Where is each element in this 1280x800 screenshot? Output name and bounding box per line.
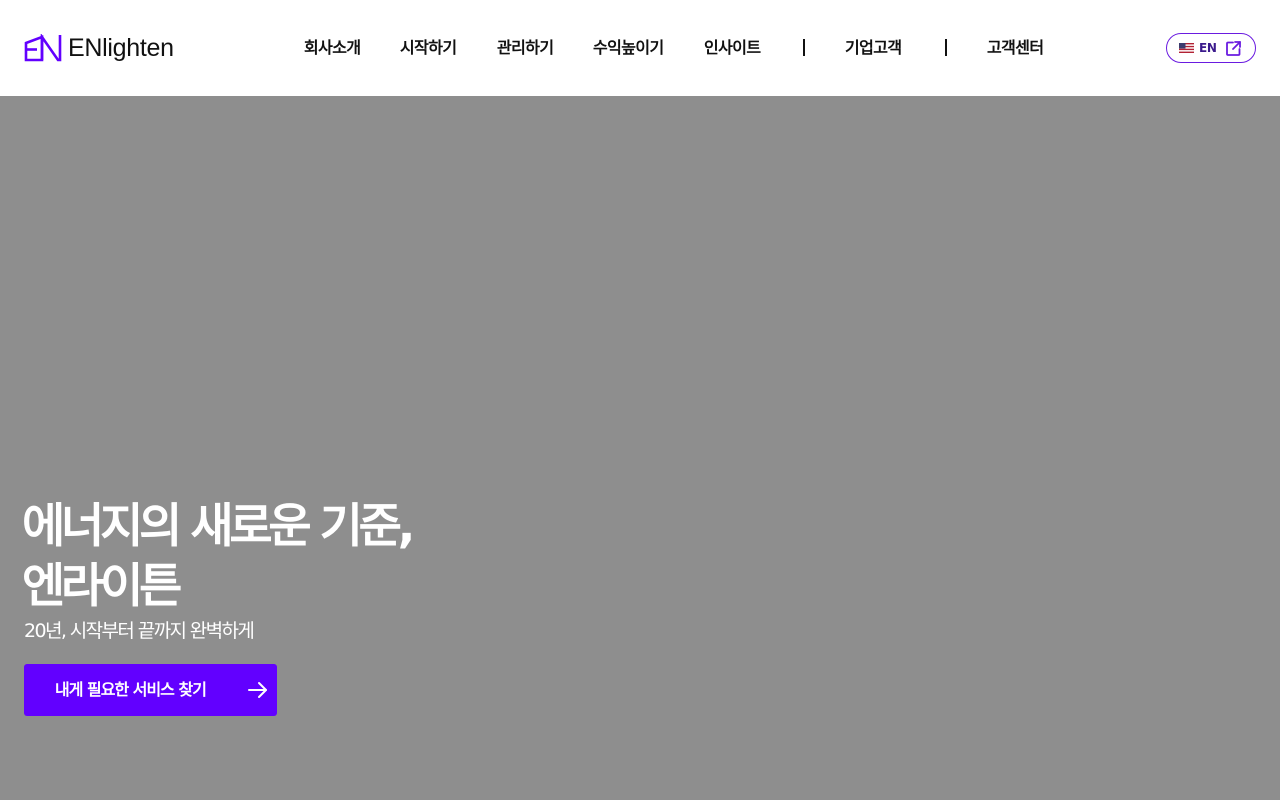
nav-item-company[interactable]: 회사소개	[304, 37, 361, 59]
hero-subtitle: 20년, 시작부터 끝까지 완벽하게	[24, 620, 255, 642]
nav-item-enterprise[interactable]: 기업고객	[845, 37, 902, 59]
nav-item-getting-started[interactable]: 시작하기	[400, 37, 457, 59]
site-header: ENlighten 회사소개 시작하기 관리하기 수익높이기 인사이트 기업고객…	[0, 0, 1280, 96]
nav-item-manage[interactable]: 관리하기	[497, 37, 554, 59]
language-switch-button[interactable]: EN	[1166, 33, 1256, 63]
external-link-icon	[1226, 41, 1241, 56]
language-label: EN	[1199, 41, 1217, 55]
nav-item-revenue[interactable]: 수익높이기	[593, 37, 664, 59]
main-nav: 회사소개 시작하기 관리하기 수익높이기 인사이트 기업고객 고객센터	[0, 0, 1280, 96]
hero-title-line-1: 에너지의 새로운 기준,	[22, 499, 416, 554]
nav-divider	[803, 39, 805, 56]
hero-title-line-2: 엔라이튼	[22, 559, 182, 614]
nav-item-insight[interactable]: 인사이트	[704, 37, 761, 59]
find-service-button-label: 내게 필요한 서비스 찾기	[55, 680, 207, 699]
find-service-button[interactable]: 내게 필요한 서비스 찾기	[24, 664, 277, 716]
nav-divider	[945, 39, 947, 56]
nav-item-support[interactable]: 고객센터	[987, 37, 1044, 59]
arrow-right-icon	[248, 682, 267, 698]
hero-title: 에너지의 새로운 기준, 엔라이튼	[22, 497, 622, 617]
us-flag-icon	[1179, 43, 1194, 53]
